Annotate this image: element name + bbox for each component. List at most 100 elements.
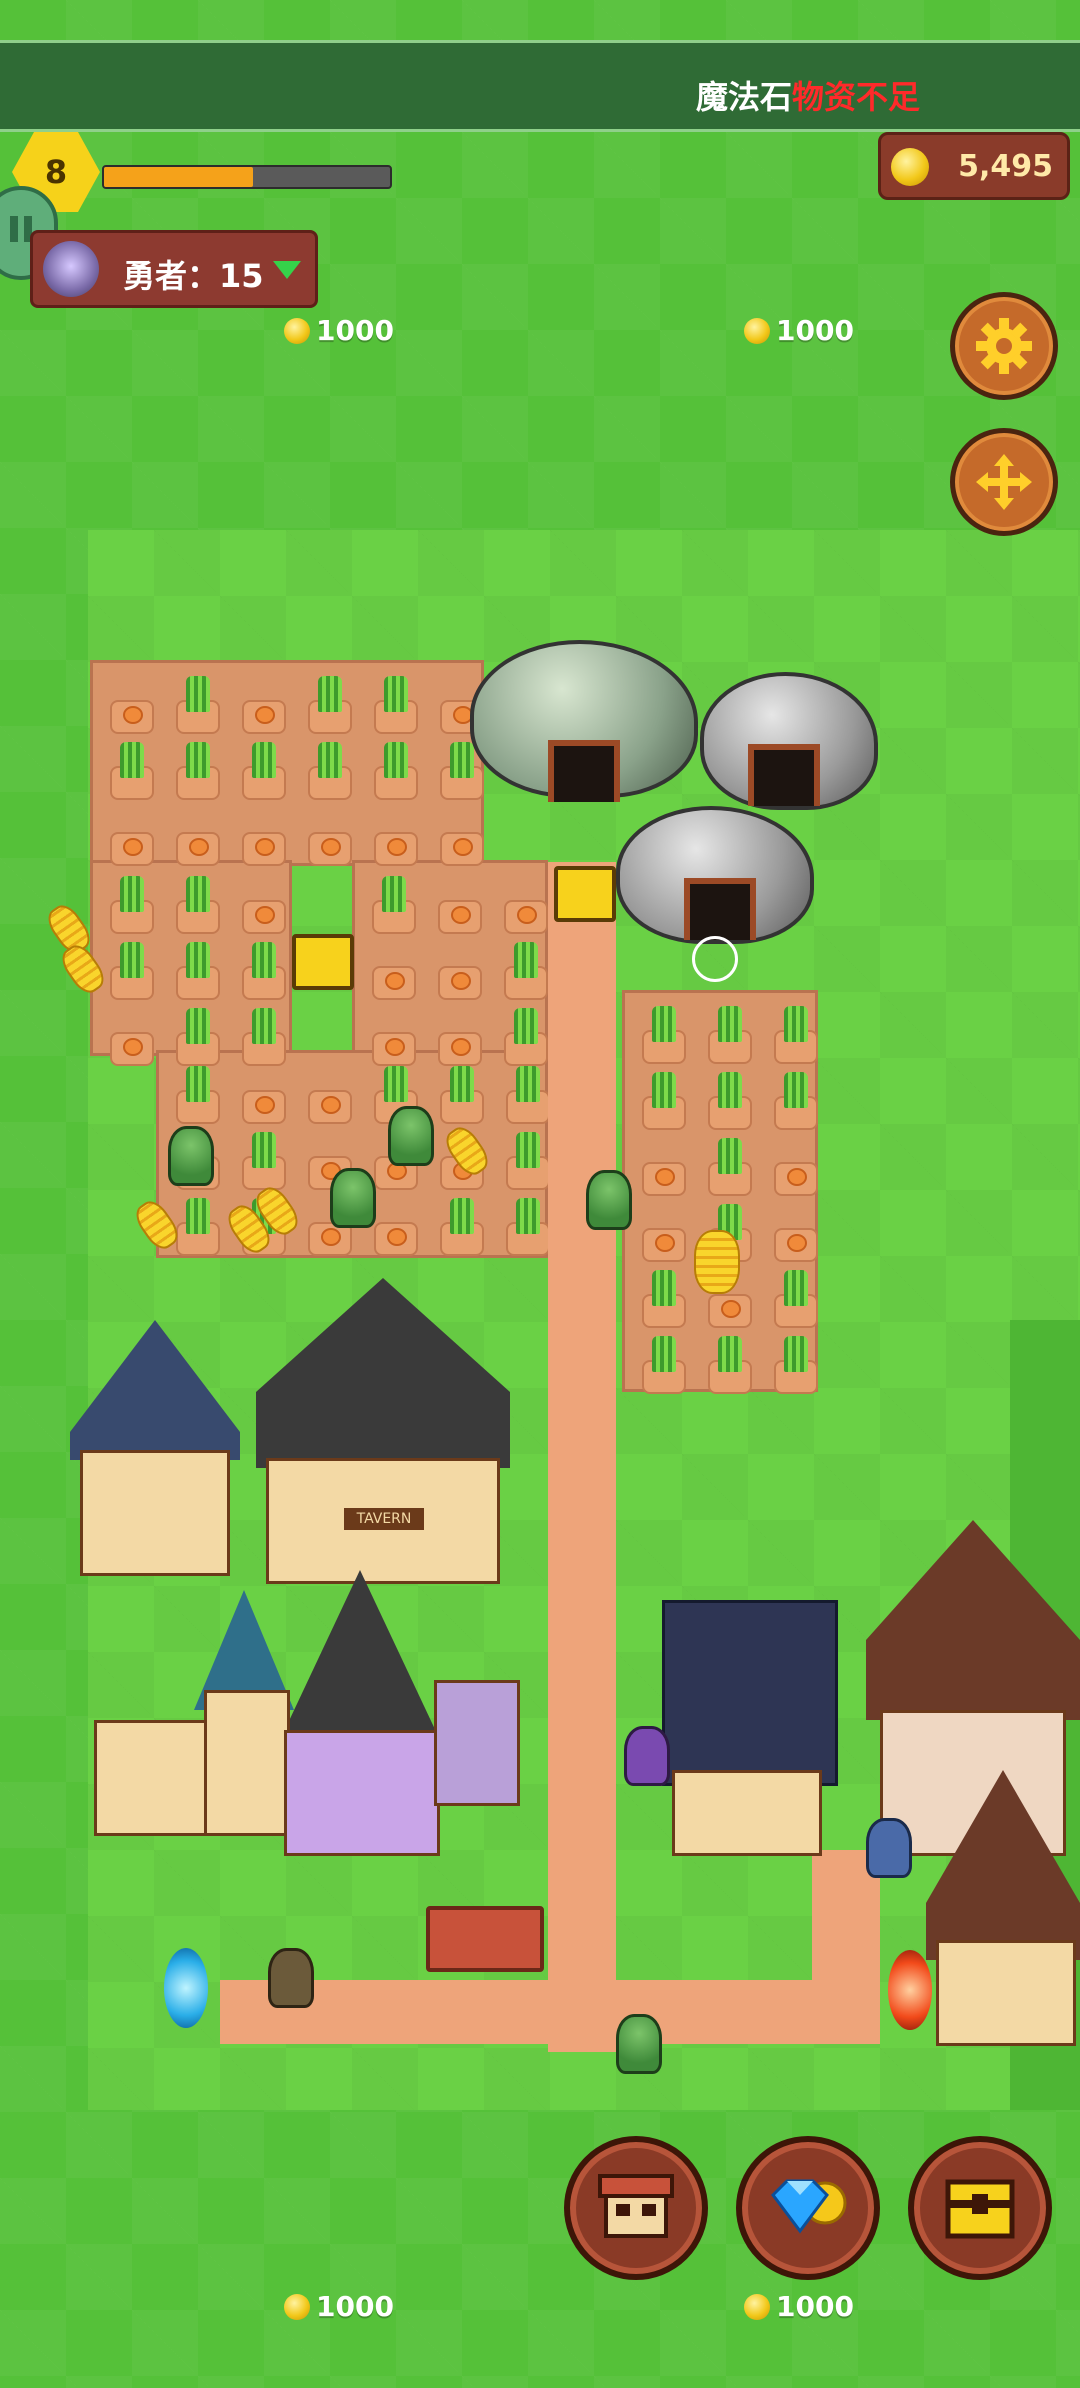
crop-tile[interactable] — [506, 1198, 550, 1256]
corn-harvest[interactable] — [694, 1230, 740, 1294]
crop-tile[interactable] — [242, 742, 286, 800]
treasure-chest[interactable] — [292, 934, 354, 990]
goblin-warrior[interactable] — [616, 2014, 662, 2074]
price-value: 1000 — [316, 2290, 394, 2323]
crop-tile[interactable] — [176, 1008, 220, 1066]
crop-tile[interactable] — [438, 900, 482, 934]
treasure-chest-icon — [945, 2179, 1015, 2239]
wizard-tower[interactable] — [662, 1600, 838, 1856]
build-slot-price-bottom-left[interactable]: 1000 — [284, 2290, 394, 2323]
crop-tile[interactable] — [708, 1072, 752, 1130]
coin-icon — [744, 2293, 770, 2320]
price-value: 1000 — [776, 2290, 854, 2323]
crop-tile[interactable] — [110, 832, 154, 866]
crop-tile[interactable] — [774, 1228, 818, 1262]
crop-tile[interactable] — [176, 1066, 220, 1124]
crop-tile[interactable] — [176, 876, 220, 934]
crop-tile[interactable] — [372, 966, 416, 1000]
crop-tile[interactable] — [642, 1162, 686, 1196]
crop-tile[interactable] — [708, 1294, 752, 1328]
crop-tile[interactable] — [176, 742, 220, 800]
knight-hero[interactable] — [866, 1818, 912, 1878]
crop-tile[interactable] — [374, 742, 418, 800]
crop-tile[interactable] — [110, 876, 154, 934]
crop-tile[interactable] — [438, 966, 482, 1000]
church-annex-wall — [936, 1940, 1076, 2046]
crop-tile[interactable] — [504, 900, 548, 934]
dirt-road-horizontal — [220, 1980, 880, 2044]
crop-tile[interactable] — [308, 676, 352, 734]
goblin-farmer[interactable] — [168, 1126, 214, 1186]
archer-hero[interactable] — [268, 1948, 314, 2008]
tavern[interactable]: TAVERN — [256, 1278, 510, 1588]
goblin-farmer[interactable] — [388, 1106, 434, 1166]
crop-tile[interactable] — [642, 1072, 686, 1130]
crop-tile[interactable] — [176, 1198, 220, 1256]
crop-tile[interactable] — [774, 1270, 818, 1328]
crop-tile[interactable] — [774, 1162, 818, 1196]
crop-tile[interactable] — [374, 832, 418, 866]
red-portal[interactable] — [888, 1950, 932, 2030]
crop-tile[interactable] — [242, 1008, 286, 1066]
mine-entrance[interactable] — [684, 878, 756, 940]
crop-tile[interactable] — [440, 742, 484, 800]
mine-entrance[interactable] — [548, 740, 620, 802]
crop-tile[interactable] — [642, 1228, 686, 1262]
tower-wall — [672, 1770, 822, 1856]
crop-tile[interactable] — [642, 1336, 686, 1394]
crop-tile[interactable] — [242, 1132, 286, 1190]
build-slot-price-bottom-right[interactable]: 1000 — [744, 2290, 854, 2323]
crop-tile[interactable] — [374, 676, 418, 734]
crop-tile[interactable] — [110, 1032, 154, 1066]
crop-tile[interactable] — [308, 742, 352, 800]
crop-tile[interactable] — [372, 1032, 416, 1066]
crop-tile[interactable] — [176, 676, 220, 734]
coin-icon — [284, 2293, 310, 2320]
house[interactable] — [70, 1320, 240, 1580]
goblin-farmer[interactable] — [586, 1170, 632, 1230]
crop-tile[interactable] — [308, 832, 352, 866]
crop-tile[interactable] — [440, 1066, 484, 1124]
crop-tile[interactable] — [506, 1066, 550, 1124]
treasure-chest[interactable] — [554, 866, 616, 922]
crop-tile[interactable] — [440, 832, 484, 866]
crop-tile[interactable] — [774, 1072, 818, 1130]
crop-tile[interactable] — [110, 700, 154, 734]
village-houses[interactable] — [94, 1560, 524, 1860]
crop-tile[interactable] — [708, 1336, 752, 1394]
crop-tile[interactable] — [708, 1006, 752, 1064]
shop-button[interactable] — [564, 2136, 708, 2280]
crop-tile[interactable] — [642, 1270, 686, 1328]
crop-tile[interactable] — [308, 1090, 352, 1124]
crop-tile[interactable] — [504, 942, 548, 1000]
crop-tile[interactable] — [774, 1006, 818, 1064]
crop-tile[interactable] — [110, 742, 154, 800]
gem-coin-icon — [771, 2179, 847, 2234]
crop-tile[interactable] — [176, 832, 220, 866]
crop-tile[interactable] — [110, 942, 154, 1000]
gem-shop-button[interactable] — [736, 2136, 880, 2280]
crop-tile[interactable] — [506, 1132, 550, 1190]
house-wall — [204, 1690, 290, 1836]
crop-tile[interactable] — [176, 942, 220, 1000]
crop-tile[interactable] — [372, 876, 416, 934]
crop-tile[interactable] — [440, 1198, 484, 1256]
blue-portal[interactable] — [164, 1948, 208, 2028]
crop-tile[interactable] — [438, 1032, 482, 1066]
mine-entrance[interactable] — [748, 744, 820, 806]
goblin-farmer[interactable] — [330, 1168, 376, 1228]
crop-tile[interactable] — [374, 1222, 418, 1256]
crop-tile[interactable] — [708, 1138, 752, 1196]
notice-board[interactable] — [426, 1906, 544, 1972]
crop-tile[interactable] — [242, 942, 286, 1000]
crop-tile[interactable] — [242, 900, 286, 934]
crop-tile[interactable] — [242, 832, 286, 866]
crop-tile[interactable] — [242, 700, 286, 734]
crop-tile[interactable] — [774, 1336, 818, 1394]
crop-tile[interactable] — [504, 1008, 548, 1066]
chest-button[interactable] — [908, 2136, 1052, 2280]
tavern-roof — [256, 1278, 510, 1468]
crop-tile[interactable] — [242, 1090, 286, 1124]
crop-tile[interactable] — [642, 1006, 686, 1064]
wizard-hero[interactable] — [624, 1726, 670, 1786]
